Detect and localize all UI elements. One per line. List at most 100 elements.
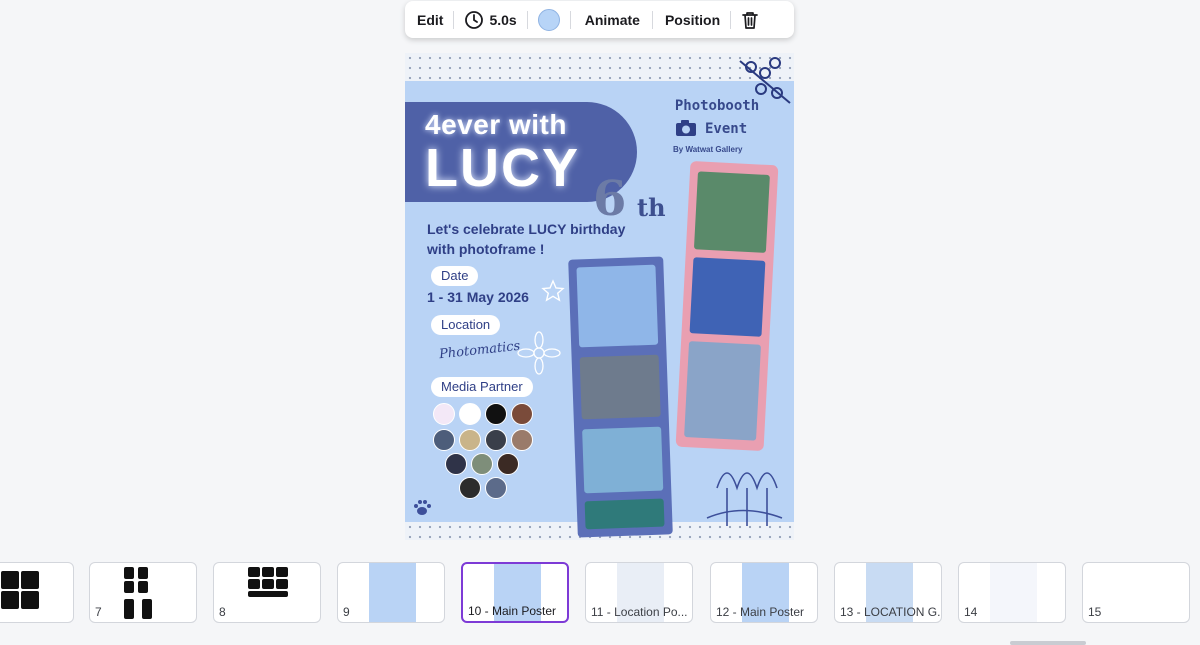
toolbar-divider <box>569 10 571 29</box>
celebrate-text: Let's celebrate LUCY birthday with photo… <box>427 221 626 257</box>
media-partner-logo <box>433 403 455 425</box>
strip-photo <box>576 264 659 348</box>
thumb-preview <box>990 563 1037 622</box>
duration-label: 5.0s <box>489 11 517 28</box>
photobooth-by: By Watwat Gallery <box>673 145 743 154</box>
page-number: 15 <box>1088 605 1102 619</box>
media-partner-logo <box>485 477 507 499</box>
page-label: 12 - Main Poster <box>716 605 805 619</box>
thumb-preview <box>369 563 416 622</box>
paw-icon <box>414 500 431 515</box>
media-partner-logo <box>511 429 533 451</box>
toolbar-divider <box>526 10 528 29</box>
color-button[interactable] <box>532 5 566 35</box>
element-toolbar: Edit 5.0s Animate Position <box>405 1 794 38</box>
location-logo: Photomatics <box>438 338 521 363</box>
page-thumbnail[interactable]: 12 - Main Poster <box>710 562 818 623</box>
date-value: 1 - 31 May 2026 <box>427 289 529 305</box>
star-decoration <box>541 279 565 302</box>
horizontal-scrollbar[interactable] <box>1010 641 1086 645</box>
anniversary-suffix: th <box>637 193 666 222</box>
thumb-shape <box>138 567 148 579</box>
media-partner-logo <box>511 403 533 425</box>
page-thumbnail[interactable]: 13 - LOCATION G... <box>834 562 942 623</box>
page-filmstrip: 7 8 9 10 - Main Poster 11 - Location Po.… <box>0 553 1200 635</box>
photobooth-title: Photobooth <box>674 98 760 114</box>
page-label: 13 - LOCATION G... <box>840 605 940 619</box>
position-label: Position <box>664 11 721 28</box>
media-partner-logo <box>471 453 493 475</box>
poster-title-line2: LUCY <box>425 138 580 198</box>
color-swatch <box>537 8 560 31</box>
thumb-shape <box>21 591 39 609</box>
page-thumbnail[interactable]: 11 - Location Po... <box>585 562 693 623</box>
page-number: 9 <box>343 605 350 619</box>
media-partner-logo <box>459 429 481 451</box>
media-partner-logo <box>459 477 481 499</box>
thumb-preview <box>1114 563 1161 622</box>
edit-label: Edit <box>417 11 444 28</box>
strip-photo <box>684 341 762 441</box>
thumb-shape <box>124 567 134 579</box>
editor-workspace: Edit 5.0s Animate Position 4ever with LU… <box>0 0 1200 645</box>
media-partner-logo <box>497 453 519 475</box>
page-thumbnail[interactable]: 9 <box>337 562 445 623</box>
flower-decoration <box>517 331 561 375</box>
thumb-shape <box>248 567 260 577</box>
camera-icon <box>676 120 696 136</box>
animate-button[interactable]: Animate <box>579 5 646 35</box>
photo-strip-left <box>568 256 673 538</box>
photo-strip-right <box>675 160 779 452</box>
toolbar-divider <box>453 10 455 29</box>
thumb-shape <box>124 581 134 593</box>
thumb-shape <box>142 599 152 619</box>
page-thumbnail[interactable] <box>0 562 74 623</box>
date-label: Date <box>431 266 479 286</box>
edit-button[interactable]: Edit <box>411 5 449 35</box>
page-number: 8 <box>219 605 226 619</box>
thumb-shape <box>248 591 288 597</box>
photobooth-event: Event <box>705 121 748 137</box>
media-partner-label: Media Partner <box>431 377 533 397</box>
thumb-shape <box>248 579 260 589</box>
flower-drawing <box>706 472 783 526</box>
media-partner-logo <box>459 403 481 425</box>
thumb-shape <box>276 579 288 589</box>
thumb-shape <box>21 571 39 589</box>
strip-photo <box>582 426 664 494</box>
clock-icon <box>465 10 484 29</box>
media-partner-logo <box>433 429 455 451</box>
thumb-shape <box>138 581 148 593</box>
poster-title-line1: 4ever with <box>425 109 567 140</box>
media-partner-logo <box>445 453 467 475</box>
media-partner-logo <box>485 403 507 425</box>
thumb-shape <box>124 599 134 619</box>
thumb-shape <box>276 567 288 577</box>
page-thumbnail-active[interactable]: 10 - Main Poster <box>461 562 569 623</box>
toolbar-divider <box>651 10 653 29</box>
position-button[interactable]: Position <box>659 5 726 35</box>
delete-button[interactable] <box>735 5 765 35</box>
strip-photo <box>579 354 661 420</box>
thumb-shape <box>1 591 19 609</box>
strip-photo <box>693 171 770 253</box>
poster-canvas[interactable]: 4ever with LUCY 6 th Photobooth Event By… <box>405 53 794 540</box>
strip-photo <box>584 498 665 530</box>
strip-photo <box>689 257 766 337</box>
page-label: 11 - Location Po... <box>591 605 688 619</box>
duration-button[interactable]: 5.0s <box>458 5 522 35</box>
page-thumbnail[interactable]: 8 <box>213 562 321 623</box>
thumb-shape <box>262 567 274 577</box>
page-number: 14 <box>964 605 978 619</box>
thumb-shape <box>1 571 19 589</box>
thumb-shape <box>262 579 274 589</box>
media-partner-logo <box>485 429 507 451</box>
location-label: Location <box>431 315 501 335</box>
trash-icon <box>742 11 759 29</box>
page-label: 10 - Main Poster <box>468 604 557 618</box>
page-thumbnail[interactable]: 14 <box>958 562 1066 623</box>
page-thumbnail[interactable]: 7 <box>89 562 197 623</box>
toolbar-divider <box>730 10 732 29</box>
page-number: 7 <box>95 605 102 619</box>
page-thumbnail[interactable]: 15 <box>1082 562 1190 623</box>
